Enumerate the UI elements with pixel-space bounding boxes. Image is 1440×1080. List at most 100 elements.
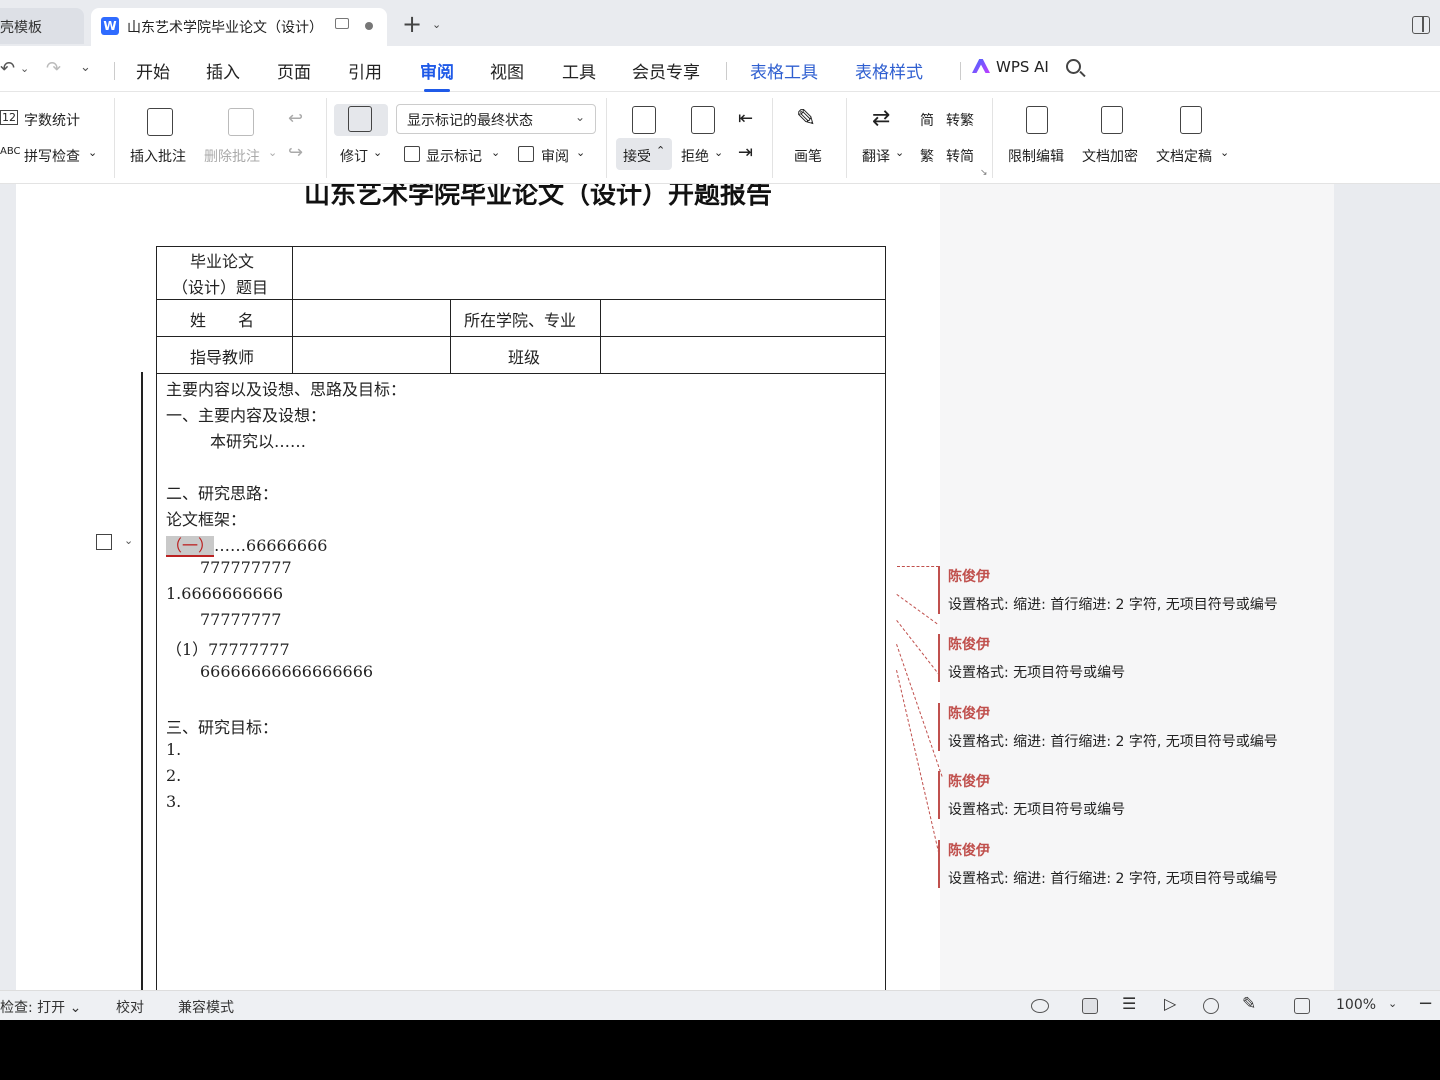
outline-view-icon[interactable]: ☰ xyxy=(1122,994,1136,1013)
markup-display-value: 显示标记的最终状态 xyxy=(407,113,533,129)
play-icon[interactable]: ▷ xyxy=(1164,994,1176,1013)
track-changes-icon xyxy=(348,106,372,132)
document-workspace[interactable]: 山东艺术学院毕业论文（设计）开题报告 ⌄ 毕业论文 （设计）题目 姓 名 所在学… xyxy=(0,184,1440,990)
comment-leader-line xyxy=(897,566,939,567)
undo-chevron-icon[interactable]: ⌄ xyxy=(20,62,29,75)
menu-divider xyxy=(114,62,115,80)
menu-member[interactable]: 会员专享 xyxy=(632,58,700,83)
zoom-level[interactable]: 100% xyxy=(1336,997,1376,1013)
search-icon[interactable] xyxy=(1066,59,1081,74)
restrict-edit-label: 限制编辑 xyxy=(1008,149,1064,165)
spell-check-icon: ABC xyxy=(0,146,21,157)
previous-comment-icon[interactable]: ↩ xyxy=(288,108,303,129)
tab-previous-document[interactable]: 壳模板 xyxy=(0,8,84,44)
tab-active-document[interactable]: W 山东艺术学院毕业论文（设计） xyxy=(91,8,387,46)
wps-ai-button[interactable]: WPS AI xyxy=(972,58,1049,76)
wps-ai-logo-icon xyxy=(972,59,990,73)
check-status-label: 检查: 打开 xyxy=(0,1000,66,1016)
tracked-change-highlight[interactable]: （一） xyxy=(166,536,215,557)
body-line-text: ……66666666 xyxy=(214,536,328,555)
menu-table-tools[interactable]: 表格工具 xyxy=(750,58,818,83)
tab-active-label: 山东艺术学院毕业论文（设计） xyxy=(127,20,323,36)
next-comment-icon[interactable]: ↪ xyxy=(288,142,303,163)
to-simplified-label: 转简 xyxy=(946,149,974,165)
zoom-chevron-icon[interactable]: ⌄ xyxy=(1388,997,1397,1010)
body-line: （1）77777777 xyxy=(166,640,290,659)
review-pane-icon xyxy=(518,146,534,162)
track-changes-label: 修订 xyxy=(340,149,368,165)
menu-tools[interactable]: 工具 xyxy=(562,58,596,83)
menu-review[interactable]: 审阅 xyxy=(420,58,454,92)
delete-comment-label: 删除批注 xyxy=(204,149,260,165)
pen-mode-icon[interactable]: ✎ xyxy=(1242,994,1256,1014)
revision-balloon[interactable]: 陈俊伊 设置格式: 无项目符号或编号 xyxy=(938,634,1318,682)
paragraph-layout-chevron-icon[interactable]: ⌄ xyxy=(124,534,133,547)
reject-chevron-icon: ⌄ xyxy=(714,146,724,159)
ribbon-divider xyxy=(606,98,607,178)
menu-insert[interactable]: 插入 xyxy=(206,58,240,83)
paragraph-layout-icon[interactable] xyxy=(96,534,112,550)
pen-icon: ✎ xyxy=(796,104,817,132)
eye-icon[interactable] xyxy=(1031,999,1049,1013)
quick-access-chevron-icon[interactable]: ⌄ xyxy=(80,60,91,75)
accept-label: 接受 xyxy=(623,149,651,165)
body-line: 66666666666666666 xyxy=(200,662,374,681)
body-line: 1.6666666666 xyxy=(166,584,284,603)
reject-label: 拒绝 xyxy=(681,149,709,165)
simplified-char-icon: 繁 xyxy=(920,149,934,165)
revision-balloon[interactable]: 陈俊伊 设置格式: 无项目符号或编号 xyxy=(938,771,1318,819)
unsaved-dot-icon[interactable] xyxy=(365,22,373,30)
comment-text: 设置格式: 缩进: 首行缩进: 2 字符, 无项目符号或编号 xyxy=(948,734,1278,750)
page-view-icon[interactable] xyxy=(1082,998,1098,1014)
menu-home[interactable]: 开始 xyxy=(136,58,170,83)
table-rule xyxy=(156,373,886,374)
markup-display-dropdown[interactable]: 显示标记的最终状态 ⌄ xyxy=(396,104,596,134)
monitor-icon[interactable] xyxy=(335,18,349,29)
menu-page[interactable]: 页面 xyxy=(277,58,311,83)
new-tab-chevron-down-icon[interactable]: ⌄ xyxy=(432,18,441,31)
group-expand-icon[interactable]: ↘ xyxy=(980,168,988,178)
document-page[interactable]: 山东艺术学院毕业论文（设计）开题报告 ⌄ 毕业论文 （设计）题目 姓 名 所在学… xyxy=(16,184,940,990)
table-rule xyxy=(600,299,601,373)
menu-references[interactable]: 引用 xyxy=(348,58,382,83)
revision-balloon[interactable]: 陈俊伊 设置格式: 缩进: 首行缩进: 2 字符, 无项目符号或编号 xyxy=(938,703,1318,751)
body-line: 三、研究目标： xyxy=(166,718,279,737)
college-label: 所在学院、专业 xyxy=(464,311,577,330)
insert-comment-label: 插入批注 xyxy=(130,149,186,165)
word-count-label: 字数统计 xyxy=(24,113,80,129)
table-rule xyxy=(156,336,886,337)
next-change-icon[interactable]: ⇥ xyxy=(738,142,753,163)
body-line: 3. xyxy=(166,792,182,811)
split-view-icon[interactable] xyxy=(1412,16,1430,34)
new-tab-plus-icon[interactable]: + xyxy=(402,12,422,36)
menu-view[interactable]: 视图 xyxy=(490,58,524,83)
table-rule xyxy=(292,246,293,373)
comment-text: 设置格式: 缩进: 首行缩进: 2 字符, 无项目符号或编号 xyxy=(948,871,1278,887)
previous-change-icon[interactable]: ⇤ xyxy=(738,108,753,129)
redo-icon[interactable]: ↷ xyxy=(46,58,61,79)
menu-table-style[interactable]: 表格样式 xyxy=(855,58,923,83)
encrypt-label: 文档加密 xyxy=(1082,149,1138,165)
pen-label: 画笔 xyxy=(794,149,822,165)
revision-balloon[interactable]: 陈俊伊 设置格式: 缩进: 首行缩进: 2 字符, 无项目符号或编号 xyxy=(938,566,1318,614)
traditional-char-icon: 简 xyxy=(920,113,934,129)
chevron-down-icon: ⌄ xyxy=(574,110,585,124)
body-line: 论文框架： xyxy=(166,510,247,529)
accept-chevron-up-icon: ⌃ xyxy=(656,144,666,157)
check-status-button[interactable]: 检查: 打开 ⌄ xyxy=(0,997,81,1017)
body-line: （一）……66666666 xyxy=(166,532,328,557)
comment-author: 陈俊伊 xyxy=(948,706,990,722)
reject-icon xyxy=(691,106,715,134)
web-view-icon[interactable] xyxy=(1203,998,1219,1014)
proofread-button[interactable]: 校对 xyxy=(116,997,144,1017)
translate-label: 翻译 xyxy=(862,149,890,165)
revision-margin-bar xyxy=(141,372,143,990)
comment-author: 陈俊伊 xyxy=(948,637,990,653)
finalize-chevron-icon: ⌄ xyxy=(1220,146,1230,159)
fit-page-icon[interactable] xyxy=(1294,998,1310,1014)
revision-balloon[interactable]: 陈俊伊 设置格式: 缩进: 首行缩进: 2 字符, 无项目符号或编号 xyxy=(938,840,1318,888)
delete-comment-chevron-icon: ⌄ xyxy=(268,146,278,159)
zoom-out-icon[interactable]: − xyxy=(1418,993,1433,1014)
undo-icon[interactable]: ↶ xyxy=(0,58,15,79)
show-markup-label: 显示标记 xyxy=(426,149,482,165)
